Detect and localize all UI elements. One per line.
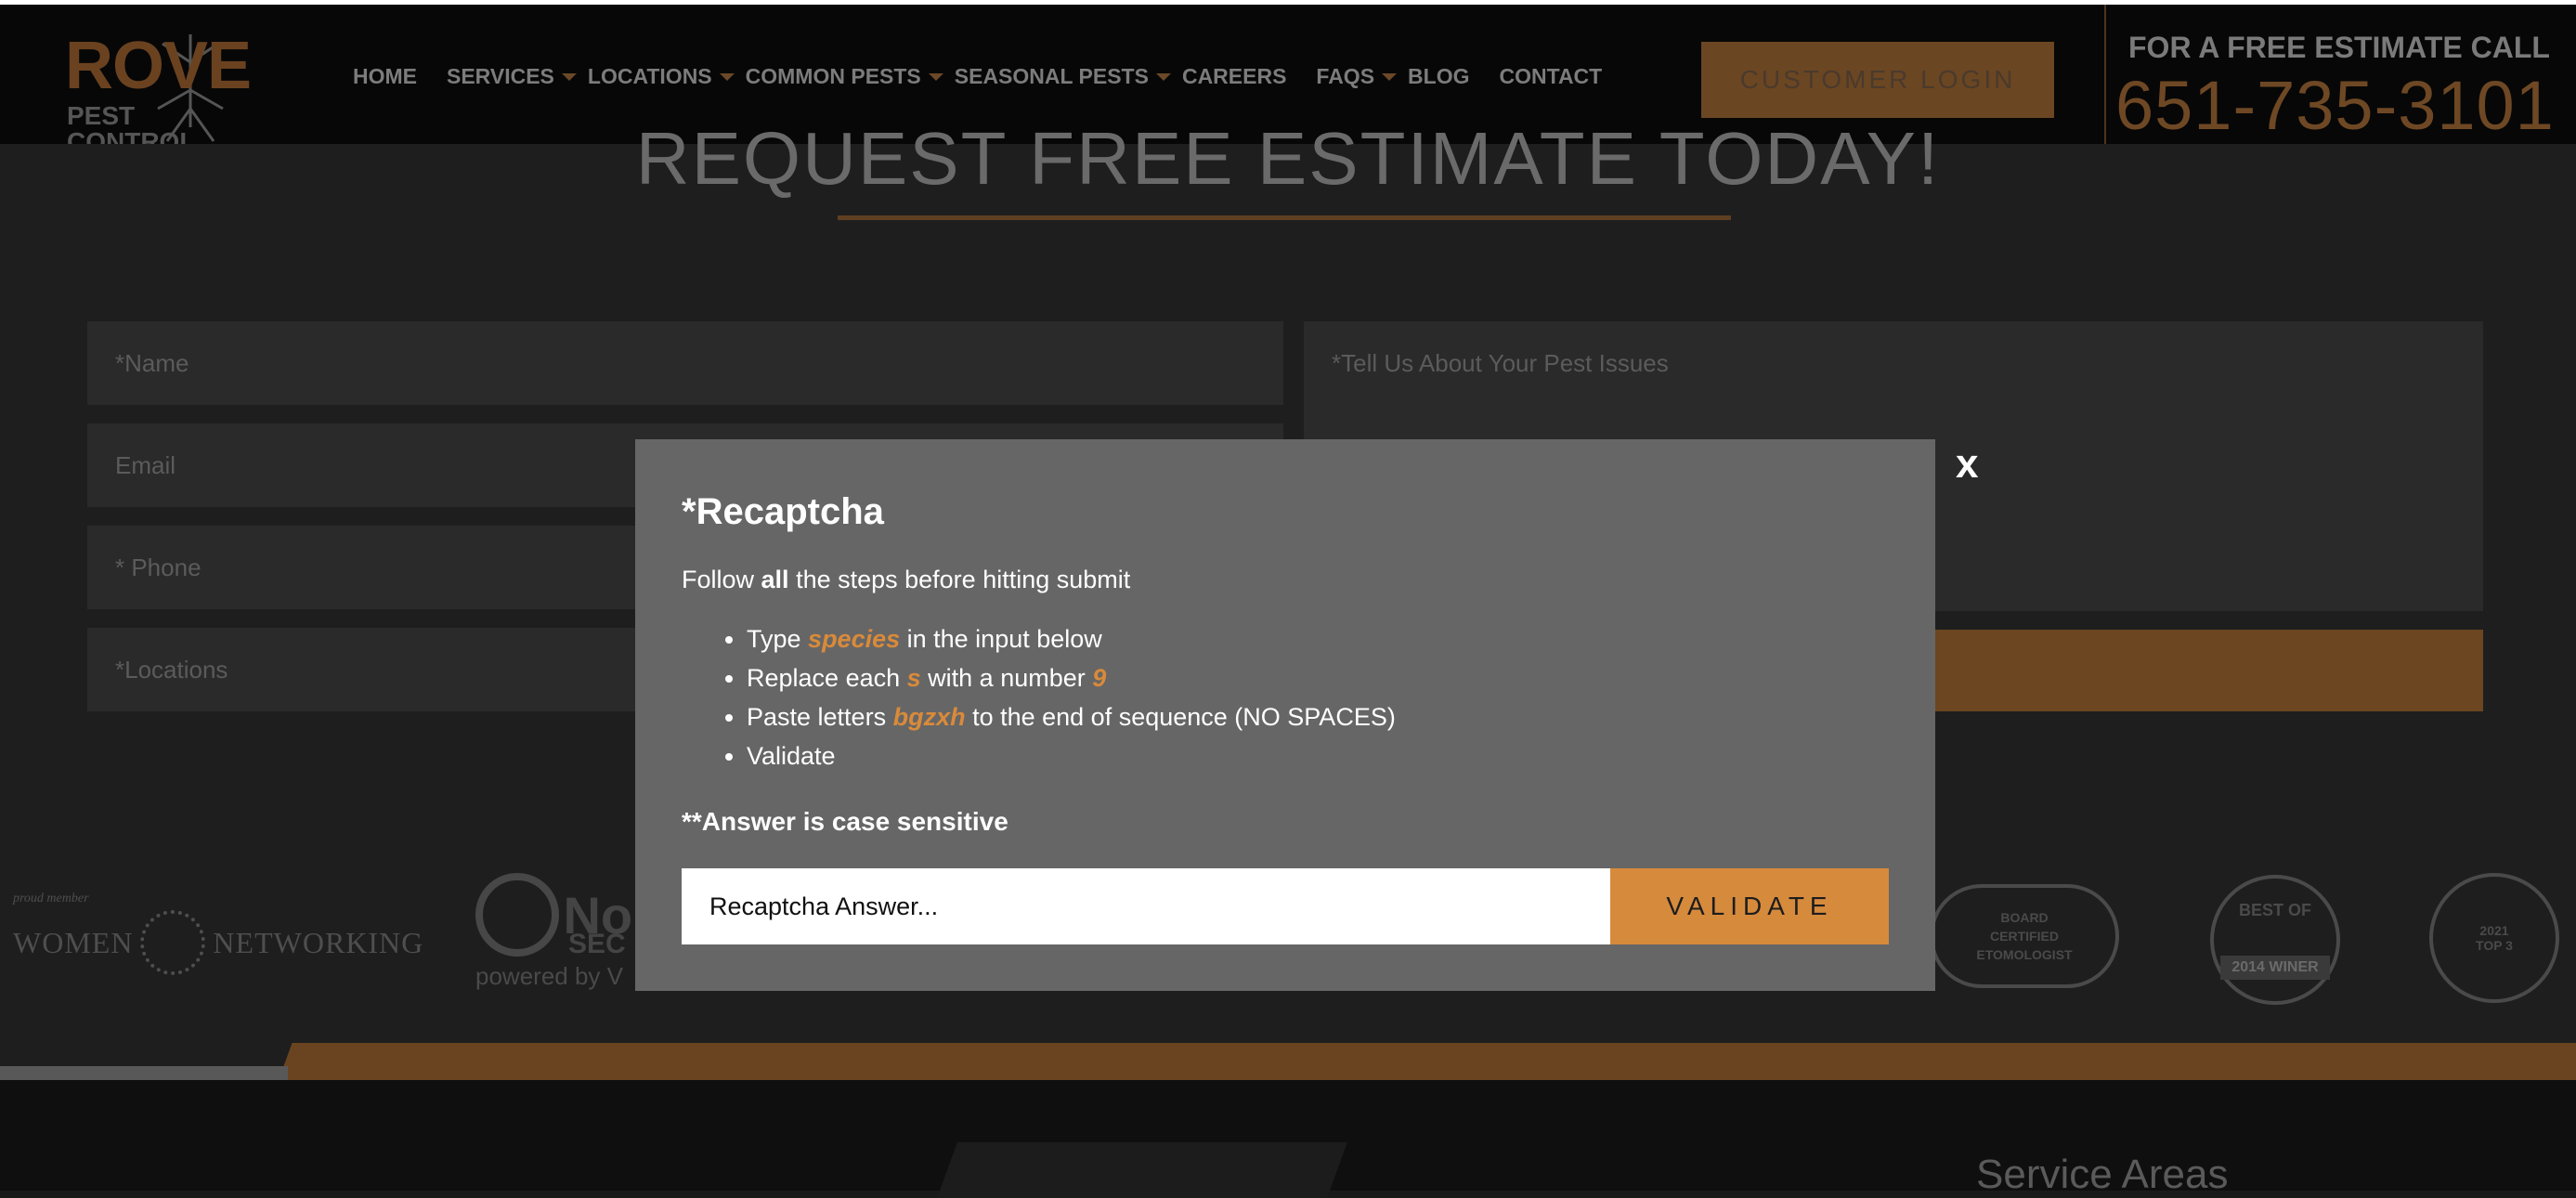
women-networking-right: NETWORKING (213, 925, 424, 959)
women-networking-logo: proud member WOMEN NETWORKING (13, 892, 423, 975)
service-areas-heading: Service Areas (1976, 1152, 2229, 1197)
step2-middle: with a number (920, 664, 1093, 692)
close-icon[interactable]: x (1956, 444, 1978, 485)
board-line3: ETOMOLOGIST (1976, 947, 2073, 962)
norton-secured-logo: No SEC powered by V (475, 873, 632, 991)
chevron-down-icon (1155, 72, 1171, 81)
accent-band (279, 1043, 2576, 1080)
step2-highlight1: s (906, 664, 921, 692)
nav-seasonal-pests[interactable]: SEASONAL PESTS (954, 64, 1171, 89)
nav-blog[interactable]: BLOG (1408, 64, 1469, 89)
form-title: REQUEST FREE ESTIMATE TODAY! (635, 117, 1941, 200)
step1-before: Type (747, 625, 809, 653)
norton-powered-by: powered by V (475, 962, 623, 990)
nav-services-label: SERVICES (447, 64, 554, 88)
nav-contact-label: CONTACT (1499, 64, 1603, 88)
chevron-down-icon (1382, 72, 1398, 81)
modal-intro: Follow all the steps before hitting subm… (682, 566, 1130, 594)
case-sensitive-note: **Answer is case sensitive (682, 807, 1008, 836)
recaptcha-modal: *Recaptcha Follow all the steps before h… (635, 439, 1935, 991)
nav-careers-label: CAREERS (1181, 64, 1287, 88)
nav-faqs[interactable]: FAQS (1316, 64, 1398, 89)
chevron-down-icon (928, 72, 943, 81)
step1-highlight: species (808, 625, 901, 653)
nav-blog-label: BLOG (1408, 64, 1470, 88)
logo-wordmark: ROVE (65, 29, 252, 103)
footer-shape (937, 1142, 1347, 1198)
step-item: Replace each s with a number 9 (747, 658, 1396, 697)
intro-after: the steps before hitting submit (788, 566, 1131, 593)
gray-band (0, 1066, 288, 1080)
step2-before: Replace each (747, 664, 907, 692)
step-item: Validate (747, 736, 1396, 775)
step-item: Type species in the input below (747, 619, 1396, 658)
top3-award-badge: 2021 TOP 3 (2429, 873, 2559, 1003)
network-dots-icon (140, 910, 206, 975)
board-line2: CERTIFIED (1990, 929, 2059, 944)
recaptcha-answer-input[interactable] (682, 868, 1610, 944)
award-year: 2014 WINER (2220, 955, 2330, 980)
name-field[interactable]: *Name (87, 321, 1283, 405)
title-underline (838, 215, 1731, 220)
chevron-down-icon (719, 72, 735, 81)
modal-title: *Recaptcha (682, 491, 884, 532)
customer-login-button[interactable]: CUSTOMER LOGIN (1701, 42, 2054, 118)
intro-before: Follow (682, 566, 761, 593)
chevron-down-icon (561, 72, 577, 81)
nav-common-pests[interactable]: COMMON PESTS (745, 64, 943, 89)
nav-home-label: HOME (353, 64, 417, 88)
nav-contact[interactable]: CONTACT (1500, 64, 1603, 89)
step2-highlight2: 9 (1092, 664, 1107, 692)
checkmark-icon (475, 873, 559, 957)
norton-sub-text: SEC (568, 929, 626, 959)
step4-text: Validate (747, 742, 836, 770)
women-networking-small: proud member (13, 892, 89, 905)
call-label: FOR A FREE ESTIMATE CALL (2128, 31, 2550, 64)
nav-careers[interactable]: CAREERS (1182, 64, 1286, 89)
intro-bold: all (761, 566, 789, 593)
top3-text: TOP 3 (2476, 938, 2513, 953)
step3-after: to the end of sequence (NO SPACES) (965, 703, 1396, 731)
top3-year: 2021 (2479, 923, 2509, 938)
main-nav: HOME SERVICES LOCATIONS COMMON PESTS SEA… (353, 64, 1632, 89)
step3-before: Paste letters (747, 703, 893, 731)
step1-after: in the input below (900, 625, 1102, 653)
validate-button[interactable]: VALIDATE (1610, 868, 1889, 944)
recaptcha-steps: Type species in the input below Replace … (682, 619, 1396, 775)
nav-common-pests-label: COMMON PESTS (745, 64, 921, 88)
nav-services[interactable]: SERVICES (447, 64, 577, 89)
nav-locations[interactable]: LOCATIONS (587, 64, 735, 89)
women-networking-left: WOMEN (13, 925, 134, 959)
step-item: Paste letters bgzxh to the end of sequen… (747, 697, 1396, 736)
best-of-text: BEST OF (2238, 900, 2311, 919)
nav-seasonal-pests-label: SEASONAL PESTS (954, 64, 1149, 88)
board-certified-badge: BOARD CERTIFIED ETOMOLOGIST (1930, 884, 2119, 988)
board-line1: BOARD (2000, 910, 2049, 925)
nav-locations-label: LOCATIONS (587, 64, 712, 88)
best-of-award-badge: BEST OF 2014 WINER (2210, 875, 2340, 1005)
nav-faqs-label: FAQS (1316, 64, 1375, 88)
step3-highlight: bgzxh (892, 703, 966, 731)
nav-home[interactable]: HOME (353, 64, 417, 89)
